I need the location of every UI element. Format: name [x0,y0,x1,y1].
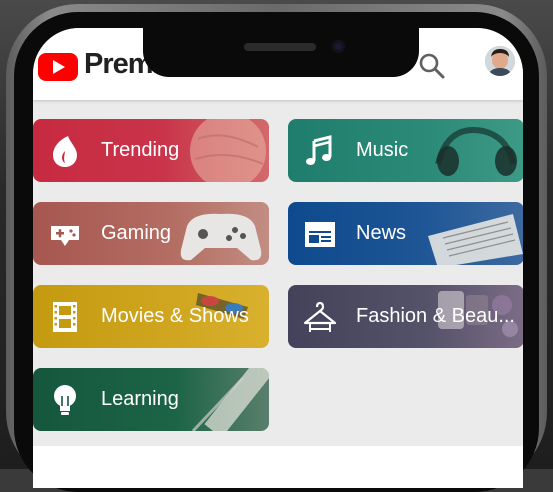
avatar[interactable] [485,46,515,76]
category-learning[interactable]: Learning [33,368,269,431]
phone-notch [143,28,419,77]
category-label: Learning [101,388,179,410]
search-icon[interactable] [417,51,447,81]
category-fashion-beauty[interactable]: Fashion & Beau... [288,285,523,348]
youtube-logo-icon[interactable] [38,53,78,81]
category-trending[interactable]: Trending [33,119,269,182]
music-note-icon [306,135,332,165]
content-card [33,446,523,488]
newspaper-icon [305,222,335,247]
category-music[interactable]: Music [288,119,523,182]
category-news[interactable]: News [288,202,523,265]
category-label: Fashion & Beau... [356,305,515,327]
category-label: Trending [101,139,180,161]
category-movies-shows[interactable]: Movies & Shows [33,285,269,348]
phone-screen: Premium Trending Music Gaming News Movie… [33,28,523,488]
lightbulb-icon [54,385,76,415]
clothes-hanger-icon [303,301,337,332]
category-label: Music [356,139,409,161]
category-label: Movies & Shows [101,305,249,327]
trending-flame-icon [53,136,77,167]
category-label: Gaming [101,222,172,244]
category-label: News [356,222,407,244]
film-strip-icon [53,302,77,332]
speaker-grille [244,43,316,51]
front-camera [332,40,345,53]
gamepad-icon [51,226,79,246]
category-gaming[interactable]: Gaming [33,202,269,265]
